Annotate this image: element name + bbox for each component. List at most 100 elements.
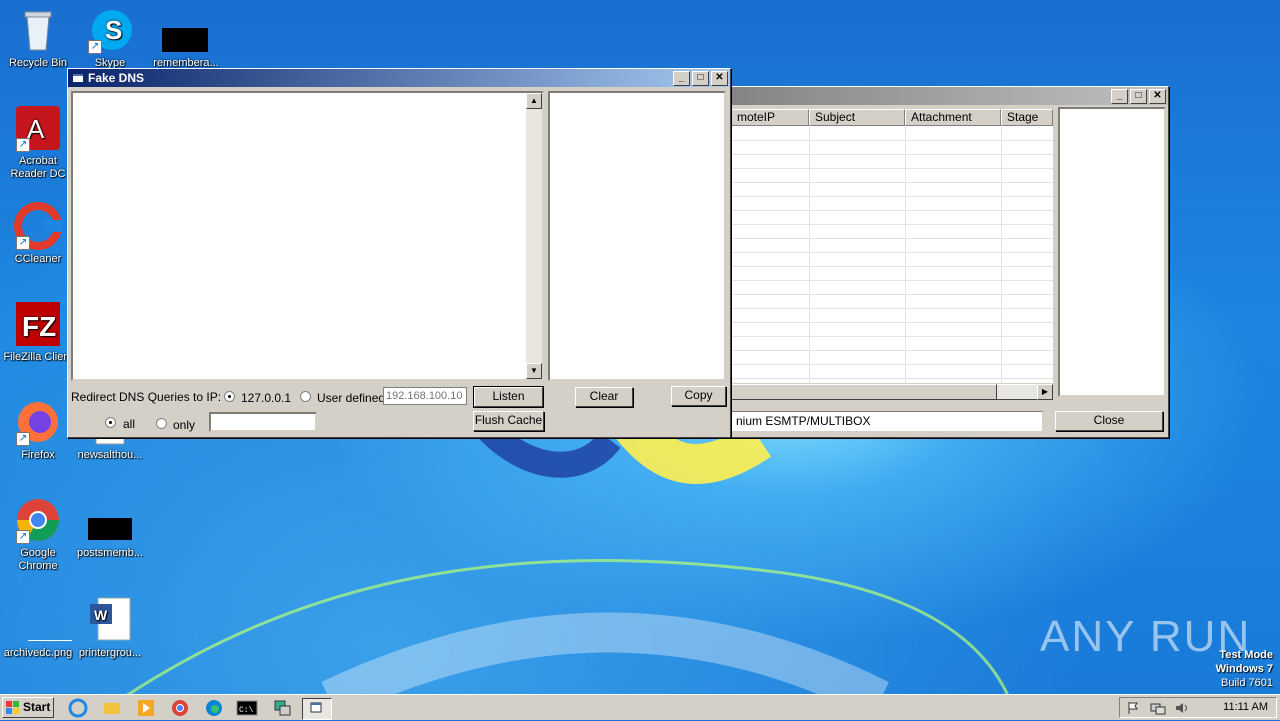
- network-icon[interactable]: [1150, 701, 1166, 715]
- side-list[interactable]: [1058, 107, 1166, 397]
- grid-column-line: [809, 126, 810, 383]
- desktop-icon-label: CCleaner: [14, 253, 62, 265]
- action-center-flag-icon[interactable]: [1126, 701, 1140, 715]
- grid-row-line: [731, 182, 1053, 183]
- title-bar[interactable]: Fake DNS _ □ ✕: [68, 69, 730, 87]
- close-window-button[interactable]: ✕: [1149, 89, 1166, 104]
- listen-button[interactable]: Listen: [473, 386, 544, 408]
- fake-dns-window[interactable]: Fake DNS _ □ ✕ ▲ ▼ Redirect DNS Queries …: [67, 68, 731, 438]
- desktop-icon-label: FileZilla Client: [3, 351, 73, 363]
- svg-text:C:\: C:\: [239, 706, 254, 715]
- ie-icon[interactable]: [68, 698, 90, 718]
- flush-cache-button[interactable]: Flush Cache: [473, 411, 544, 431]
- grid-row-line: [731, 364, 1053, 365]
- column-header[interactable]: moteIP: [731, 109, 809, 126]
- cmd-icon[interactable]: C:\: [236, 698, 258, 718]
- windows-logo-icon: [6, 701, 19, 714]
- desktop-icon-recycle-bin[interactable]: Recycle Bin: [0, 6, 76, 70]
- minimize-button[interactable]: _: [673, 71, 690, 86]
- skype-icon: S ↗: [86, 6, 134, 54]
- desktop-icon-label: newsalthou...: [77, 449, 143, 461]
- desktop-icon-remembera[interactable]: remembera...: [148, 6, 224, 70]
- desktop-icon-chrome[interactable]: ↗ Google Chrome: [0, 496, 76, 573]
- start-button[interactable]: Start: [2, 697, 54, 718]
- chrome-icon: ↗: [14, 496, 62, 544]
- watermark-line: Build 7601: [1221, 677, 1273, 689]
- watermark-line: Windows 7: [1215, 663, 1273, 675]
- close-window-button[interactable]: ✕: [711, 71, 728, 86]
- desktop-icon-skype[interactable]: S ↗ Skype: [72, 6, 148, 70]
- radio-user-defined[interactable]: [300, 391, 311, 402]
- window-title: Fake DNS: [88, 71, 145, 85]
- grid-row-line: [731, 378, 1053, 379]
- grid-row-line: [731, 294, 1053, 295]
- grid-row-line: [731, 266, 1053, 267]
- grid-row-line: [731, 322, 1053, 323]
- grid-row-line: [731, 308, 1053, 309]
- scroll-up-button[interactable]: ▲: [526, 93, 542, 109]
- volume-icon[interactable]: [1174, 701, 1190, 715]
- network-app-icon[interactable]: [272, 698, 294, 718]
- media-player-icon[interactable]: [136, 698, 158, 718]
- desktop-icon-label: Google Chrome: [18, 547, 58, 572]
- mail-server-window[interactable]: _ □ ✕ moteIP Subject Attachment Stage ▶ …: [700, 86, 1169, 438]
- redirect-label: Redirect DNS Queries to IP:: [71, 390, 222, 404]
- vertical-scrollbar[interactable]: [526, 93, 542, 379]
- clock[interactable]: 11:11 AM: [1223, 701, 1268, 713]
- grid-row-line: [731, 280, 1053, 281]
- acrobat-icon: A ↗: [14, 104, 62, 152]
- messages-table[interactable]: moteIP Subject Attachment Stage: [731, 109, 1053, 383]
- desktop-icon-acrobat[interactable]: A ↗ Acrobat Reader DC: [0, 104, 76, 181]
- desktop-icon-label: Firefox: [21, 449, 55, 461]
- radio-user-defined-label: User defined: [317, 391, 386, 405]
- desktop-icon-filezilla[interactable]: FZ FileZilla Client: [0, 300, 76, 364]
- ip-input[interactable]: [383, 387, 467, 405]
- clear-button[interactable]: Clear: [575, 387, 633, 407]
- scroll-down-button[interactable]: ▼: [526, 363, 542, 379]
- desktop-icon-archivedc[interactable]: archivedc.png: [0, 596, 76, 660]
- fake-dns-taskbar-button[interactable]: [302, 698, 332, 720]
- desktop-icon-printergrou[interactable]: W printergrou...: [72, 596, 148, 660]
- edge-icon[interactable]: [204, 698, 226, 718]
- radio-all-label: all: [123, 417, 136, 431]
- radio-localhost[interactable]: [224, 391, 235, 402]
- grid-row-line: [731, 140, 1053, 141]
- dns-log-list[interactable]: ▲ ▼: [71, 91, 544, 381]
- minimize-button[interactable]: _: [1111, 89, 1128, 104]
- title-bar[interactable]: _ □ ✕: [701, 87, 1168, 105]
- image-file-icon: [14, 596, 72, 644]
- column-header[interactable]: Attachment: [905, 109, 1001, 126]
- grid-row-line: [731, 224, 1053, 225]
- file-thumbnail-icon: [86, 496, 134, 544]
- desktop-icon-ccleaner[interactable]: ↗ CCleaner: [0, 202, 76, 266]
- column-header[interactable]: Stage: [1001, 109, 1053, 126]
- close-button[interactable]: Close: [1055, 411, 1163, 431]
- radio-all[interactable]: [105, 417, 116, 428]
- desktop-icon-postsmemb[interactable]: postsmemb...: [72, 496, 148, 560]
- scroll-right-button[interactable]: ▶: [1037, 384, 1053, 400]
- explorer-icon[interactable]: [102, 698, 124, 718]
- maximize-button[interactable]: □: [1130, 89, 1147, 104]
- shortcut-arrow-icon: ↗: [88, 40, 102, 54]
- desktop-icon-label: Acrobat Reader DC: [10, 155, 66, 180]
- windows-watermark: Test Mode Windows 7 Build 7601: [1216, 648, 1273, 690]
- app-icon: [73, 74, 83, 82]
- chrome-taskbar-icon[interactable]: [170, 698, 192, 718]
- copy-button[interactable]: Copy: [671, 386, 726, 406]
- desktop-icon-label: archivedc.png: [3, 647, 73, 659]
- system-tray: 11:11 AM: [1119, 697, 1277, 718]
- grid-row-line: [731, 210, 1053, 211]
- start-label: Start: [23, 700, 51, 714]
- watermark-line: Test Mode: [1219, 649, 1273, 661]
- ccleaner-icon: ↗: [14, 202, 62, 250]
- radio-only[interactable]: [156, 418, 167, 429]
- column-header[interactable]: Subject: [809, 109, 905, 126]
- query-list[interactable]: [548, 91, 726, 381]
- file-thumbnail-icon: [162, 6, 210, 54]
- horizontal-scroll-thumb[interactable]: [731, 384, 997, 400]
- only-domain-input[interactable]: [209, 412, 317, 432]
- maximize-button[interactable]: □: [692, 71, 709, 86]
- svg-text:S: S: [105, 15, 122, 45]
- desktop-icon-label: printergrou...: [78, 647, 142, 659]
- desktop-icon-firefox[interactable]: ↗ Firefox: [0, 398, 76, 462]
